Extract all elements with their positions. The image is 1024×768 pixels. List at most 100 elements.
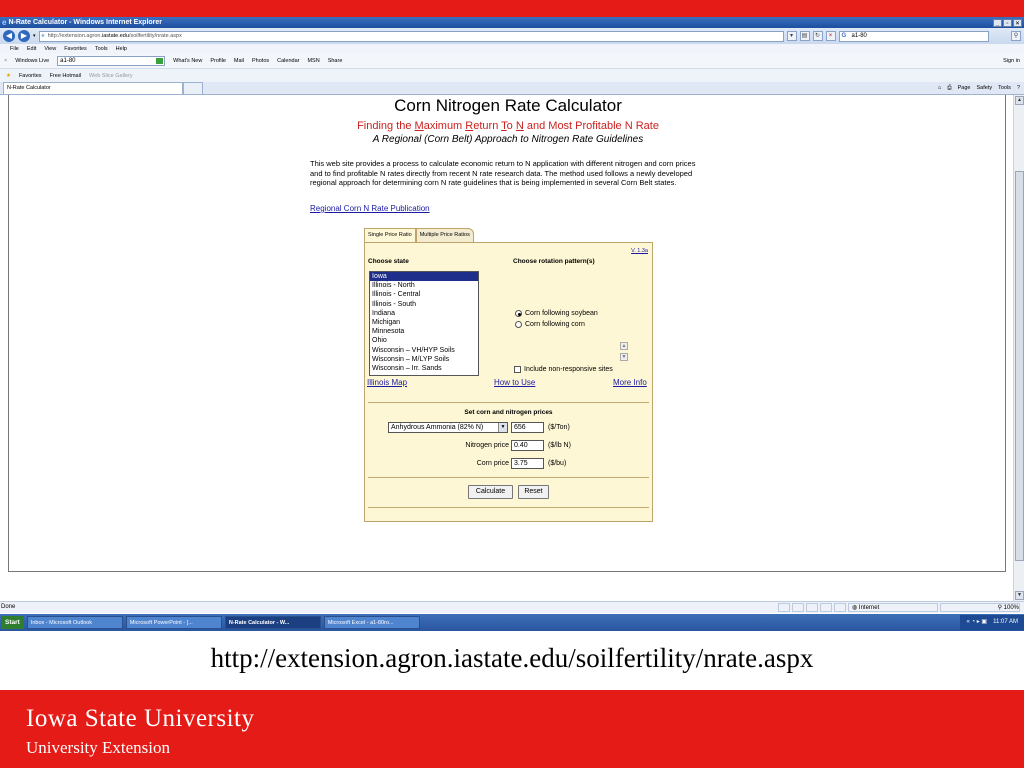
task-excel[interactable]: Microsoft Excel - a1-80ro... [323, 616, 420, 629]
wl-link-whats-new[interactable]: What's New [173, 58, 202, 64]
fertilizer-price-input[interactable]: 656 [511, 422, 544, 433]
minimize-button[interactable]: _ [993, 18, 1002, 27]
search-input[interactable]: a1-80 [838, 30, 989, 42]
menu-favorites[interactable]: Favorites [64, 46, 87, 52]
address-bar[interactable]: e http://extension.agron. iastate.edu/soi… [38, 30, 784, 42]
radio-selected-icon[interactable] [515, 310, 522, 317]
new-tab-button[interactable] [183, 82, 203, 94]
system-tray: « ◔ ▸ ▣ 11:07 AM [960, 615, 1024, 630]
menu-file[interactable]: File [10, 46, 19, 52]
state-option-iowa[interactable]: Iowa [370, 272, 478, 282]
zoom-level[interactable]: ⚲ 100% [940, 603, 1020, 612]
corn-unit: ($/bu) [548, 460, 567, 467]
search-icon[interactable]: ⚲ [1011, 31, 1021, 41]
menu-tools[interactable]: Tools [95, 46, 108, 52]
wl-link-mail[interactable]: Mail [234, 58, 244, 64]
wl-link-photos[interactable]: Photos [252, 58, 269, 64]
refresh-button[interactable]: ↻ [812, 31, 823, 41]
maximize-button[interactable]: ▫ [1003, 18, 1012, 27]
tab-n-rate-calculator[interactable]: N-Rate Calculator [3, 82, 183, 94]
state-option[interactable]: Illinois - North [370, 281, 478, 290]
cmd-tools[interactable]: Tools [998, 82, 1011, 94]
calculator-tabs: Single Price Ratio Multiple Price Ratios [364, 228, 474, 242]
history-dropdown-icon[interactable]: ▾ [33, 33, 36, 39]
publication-link[interactable]: Regional Corn N Rate Publication [310, 204, 430, 213]
state-option[interactable]: Wisconsin – Irr. Sands [370, 364, 478, 373]
scroll-up-icon[interactable]: ▲ [1015, 96, 1024, 105]
home-icon[interactable]: ⌂ [938, 82, 941, 94]
corn-price-input[interactable]: 3.75 [511, 458, 544, 469]
sign-in-link[interactable]: Sign in [1003, 58, 1020, 64]
spin-down-icon[interactable]: ▼ [620, 353, 628, 361]
state-option[interactable]: Wisconsin – M/LYP Soils [370, 355, 478, 364]
more-info-link[interactable]: More Info [613, 378, 647, 387]
close-toolbar-icon[interactable]: × [4, 58, 7, 64]
scroll-down-icon[interactable]: ▼ [1015, 591, 1024, 600]
rotation-corn-corn[interactable]: Corn following corn [515, 321, 585, 328]
search-go-icon[interactable] [156, 58, 164, 64]
status-cell [778, 603, 790, 612]
divider [368, 477, 649, 478]
help-icon[interactable]: ? [1017, 82, 1020, 94]
cmd-safety[interactable]: Safety [977, 82, 993, 94]
rotation-corn-soybean[interactable]: Corn following soybean [515, 310, 598, 317]
back-button[interactable]: ◀ [3, 30, 15, 42]
version-link[interactable]: V. 1.3a [631, 248, 648, 254]
state-option[interactable]: Illinois - South [370, 300, 478, 309]
intro-text: This web site provides a process to calc… [310, 159, 696, 187]
compatibility-icon[interactable]: ▤ [799, 31, 810, 41]
status-text: Done [1, 604, 16, 610]
slide-footer: Iowa State University University Extensi… [0, 690, 1024, 768]
rotation-corn-corn-label: Corn following corn [525, 321, 585, 328]
checkbox-icon[interactable] [514, 366, 521, 373]
windows-live-search-input[interactable]: a1-80 [57, 56, 166, 66]
menu-help[interactable]: Help [116, 46, 127, 52]
fertilizer-select[interactable]: Anhydrous Ammonia (82% N) ▼ [388, 422, 508, 433]
nonresponsive-checkbox[interactable]: Include non-responsive sites [514, 366, 613, 373]
state-option[interactable]: Illinois - Central [370, 290, 478, 299]
fertilizer-value: Anhydrous Ammonia (82% N) [391, 424, 484, 431]
state-list[interactable]: Iowa Illinois - North Illinois - Central… [369, 271, 479, 376]
state-option[interactable]: Michigan [370, 318, 478, 327]
start-button[interactable]: Start [1, 616, 24, 629]
cmd-page[interactable]: Page [958, 82, 971, 94]
state-option[interactable]: Wisconsin – VH/HYP Soils [370, 346, 478, 355]
tab-multiple-price-ratios[interactable]: Multiple Price Ratios [415, 228, 474, 242]
wl-link-share[interactable]: Share [328, 58, 343, 64]
state-option[interactable]: Minnesota [370, 327, 478, 336]
favorite-web-slice-gallery[interactable]: Web Slice Gallery [89, 73, 133, 79]
favorites-button[interactable]: Favorites [19, 73, 42, 79]
wl-link-profile[interactable]: Profile [210, 58, 226, 64]
reset-button[interactable]: Reset [518, 485, 549, 499]
state-option[interactable]: Indiana [370, 309, 478, 318]
address-row: ◀ ▶ ▾ e http://extension.agron. iastate.e… [0, 28, 1024, 44]
tray-icons[interactable]: « ◔ ▸ ▣ [966, 615, 987, 630]
close-button[interactable]: × [1013, 18, 1022, 27]
illinois-map-link[interactable]: Illinois Map [367, 378, 407, 387]
vertical-scrollbar[interactable]: ▲ ▼ [1013, 95, 1024, 601]
address-dropdown-button[interactable]: ▾ [786, 31, 797, 41]
task-outlook[interactable]: Inbox - Microsoft Outlook [26, 616, 123, 629]
chevron-down-icon[interactable]: ▼ [498, 423, 507, 432]
calculate-button[interactable]: Calculate [468, 485, 513, 499]
wl-link-calendar[interactable]: Calendar [277, 58, 299, 64]
rotation-corn-soybean-label: Corn following soybean [525, 310, 598, 317]
menu-edit[interactable]: Edit [27, 46, 36, 52]
radio-icon[interactable] [515, 321, 522, 328]
state-option[interactable]: Ohio [370, 336, 478, 345]
nitrogen-price-input[interactable]: 0.40 [511, 440, 544, 451]
tab-single-price-ratio[interactable]: Single Price Ratio [364, 228, 416, 242]
wl-link-msn[interactable]: MSN [307, 58, 319, 64]
favorite-free-hotmail[interactable]: Free Hotmail [50, 73, 81, 79]
menu-view[interactable]: View [44, 46, 56, 52]
spin-up-icon[interactable]: ▲ [620, 342, 628, 350]
task-powerpoint[interactable]: Microsoft PowerPoint - [... [125, 616, 222, 629]
stop-button[interactable]: × [825, 31, 836, 41]
forward-button[interactable]: ▶ [18, 30, 30, 42]
windows-live-label[interactable]: Windows Live [15, 58, 49, 64]
task-ie[interactable]: N-Rate Calculator - W... [224, 616, 321, 629]
scroll-thumb[interactable] [1015, 171, 1024, 561]
page-subtitle: Finding the Maximum Return To N and Most… [0, 120, 1016, 132]
how-to-use-link[interactable]: How to Use [494, 378, 535, 387]
print-icon[interactable]: ⎙ [947, 82, 951, 94]
